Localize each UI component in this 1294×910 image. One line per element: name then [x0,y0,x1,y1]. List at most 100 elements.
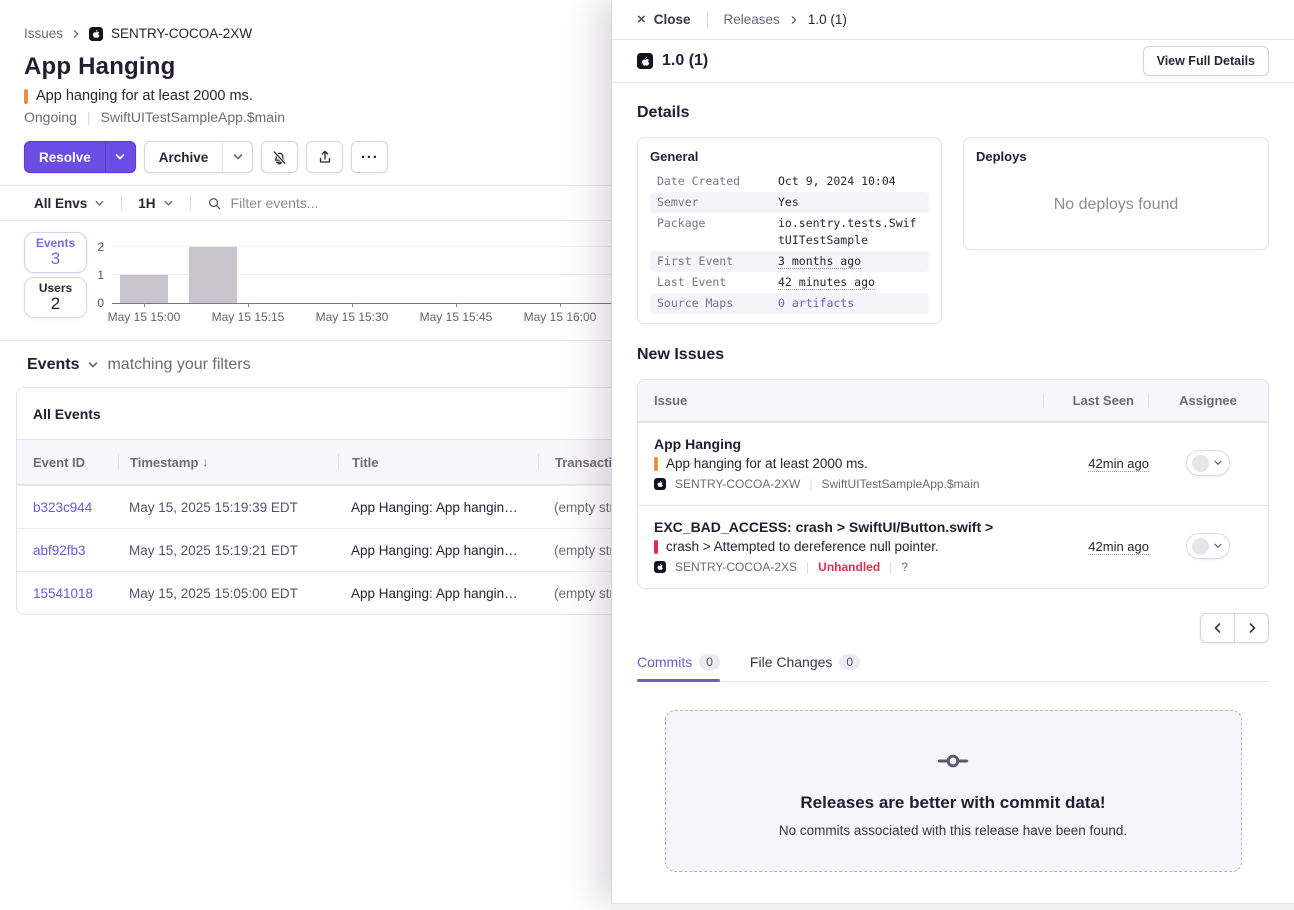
chevron-right-icon [71,29,81,39]
divider: | [806,560,809,574]
kv-row-last-event: Last Event 42 minutes ago [650,272,929,293]
event-id-link[interactable]: b323c944 [17,500,118,515]
resolve-button-group: Resolve [24,141,136,173]
issue-link-title[interactable]: EXC_BAD_ACCESS: crash > SwiftUI/Button.s… [654,519,1059,535]
kv-row-semver: Semver Yes [650,192,929,213]
column-header-timestamp[interactable]: Timestamp↓ [118,454,338,470]
last-seen-timeago[interactable]: 42min ago [1088,456,1149,472]
event-chart-plot: 012May 15 15:00May 15 15:15May 15 15:30M… [112,248,611,304]
chevron-down-icon [163,198,174,209]
issue-scope: SwiftUITestSampleApp.$main [821,477,979,491]
warning-level-indicator [654,457,658,471]
first-event-timeago: 3 months ago [778,254,861,269]
next-page-button[interactable] [1234,613,1269,643]
x-axis-tick [456,303,457,307]
chart-bar[interactable] [120,275,168,303]
pagination [637,613,1269,643]
resolve-button[interactable]: Resolve [25,142,105,172]
event-timestamp: May 15, 2025 15:05:00 EDT [118,586,338,601]
y-axis-label: 0 [97,296,104,310]
chart-gridline [112,246,611,247]
chart-bar[interactable] [189,247,237,303]
events-section-heading: Events matching your filters [27,356,611,374]
event-transaction: (empty string) [538,500,611,515]
mute-button[interactable] [261,141,298,173]
kv-row-package: Package io.sentry.tests.SwiftUITestSampl… [650,213,929,251]
users-stat-label: Users [39,281,72,295]
filter-events-input[interactable] [231,195,481,211]
column-header-transaction[interactable]: Transaction [538,454,611,470]
tab-file-changes[interactable]: File Changes 0 [750,654,860,681]
last-seen-timeago[interactable]: 42min ago [1088,539,1149,555]
commits-count-badge: 0 [699,654,720,670]
archive-dropdown-button[interactable] [222,142,252,172]
kv-row-source-maps: Source Maps 0 artifacts [650,293,929,314]
x-axis-label: May 15 15:30 [316,310,389,324]
new-issues-table-header: Issue Last Seen Assignee [638,380,1268,422]
chevron-down-icon [232,151,244,163]
warning-level-indicator [24,89,28,104]
issue-title: App Hanging [24,53,611,81]
page-background-strip [611,903,1294,910]
events-heading-label[interactable]: Events [27,356,79,374]
apple-platform-icon [654,478,666,490]
events-stat-toggle[interactable]: Events 3 [24,232,87,273]
apple-platform-icon [89,27,103,41]
general-card-title: General [650,149,929,164]
breadcrumb-issues-link[interactable]: Issues [24,26,63,41]
events-stat-label: Events [36,236,75,250]
chevron-down-icon[interactable] [87,359,99,371]
breadcrumb-project-shortid[interactable]: SENTRY-COCOA-2XW [111,26,252,41]
resolve-dropdown-button[interactable] [105,142,135,172]
new-issue-row[interactable]: EXC_BAD_ACCESS: crash > SwiftUI/Button.s… [638,505,1268,588]
drawer-topbar: × Close Releases 1.0 (1) [612,0,1294,40]
chevron-down-icon [1213,541,1223,551]
x-axis-tick [560,303,561,307]
column-header-event-id[interactable]: Event ID [17,455,118,470]
time-range-filter[interactable]: 1H [138,196,173,211]
general-card: General Date Created Oct 9, 2024 10:04 S… [637,137,942,324]
assignee-dropdown[interactable] [1186,533,1230,559]
y-axis-label: 1 [97,268,104,282]
archive-button[interactable]: Archive [145,142,223,172]
environment-filter[interactable]: All Envs [34,196,105,211]
chevron-right-icon [1246,622,1258,634]
event-row[interactable]: 15541018 May 15, 2025 15:05:00 EDT App H… [17,571,611,614]
drawer-titlebar: 1.0 (1) View Full Details [612,40,1294,83]
users-stat-toggle[interactable]: Users 2 [24,277,87,318]
assignee-dropdown[interactable] [1186,450,1230,476]
x-axis-label: May 15 15:45 [420,310,493,324]
event-id-link[interactable]: abf92fb3 [17,543,118,558]
event-row[interactable]: abf92fb3 May 15, 2025 15:19:21 EDT App H… [17,528,611,571]
unknown-tag: ? [901,560,908,574]
issue-status: Ongoing [24,109,77,125]
event-row[interactable]: b323c944 May 15, 2025 15:19:39 EDT App H… [17,485,611,528]
bell-slash-icon [271,149,288,166]
event-id-link[interactable]: 15541018 [17,586,118,601]
event-transaction: (empty string) [538,586,611,601]
view-full-details-button[interactable]: View Full Details [1143,46,1269,76]
more-actions-button[interactable]: ··· [351,141,388,173]
event-title: App Hanging: App hangin… [338,586,538,601]
share-button[interactable] [306,141,343,173]
tab-commits[interactable]: Commits 0 [637,654,720,681]
avatar [1192,538,1209,555]
y-axis-label: 2 [97,240,104,254]
chart-gridline [112,274,611,275]
new-issue-row[interactable]: App Hanging App hanging for at least 200… [638,422,1268,505]
previous-page-button[interactable] [1200,613,1235,643]
issue-link-title[interactable]: App Hanging [654,436,1059,452]
column-header-title[interactable]: Title [338,454,538,470]
time-range-label: 1H [138,196,155,211]
kv-row-date-created: Date Created Oct 9, 2024 10:04 [650,171,929,192]
artifacts-link[interactable]: 0 artifacts [778,296,854,310]
upload-icon [317,149,333,165]
event-transaction: (empty string) [538,543,611,558]
divider [1148,394,1149,408]
commits-empty-state: Releases are better with commit data! No… [665,710,1242,872]
details-heading: Details [637,104,1269,122]
drawer-breadcrumb-version: 1.0 (1) [808,12,847,27]
drawer-breadcrumb-releases[interactable]: Releases [724,12,780,27]
close-drawer-button[interactable]: × Close [637,11,691,28]
events-table-title: All Events [17,388,611,439]
